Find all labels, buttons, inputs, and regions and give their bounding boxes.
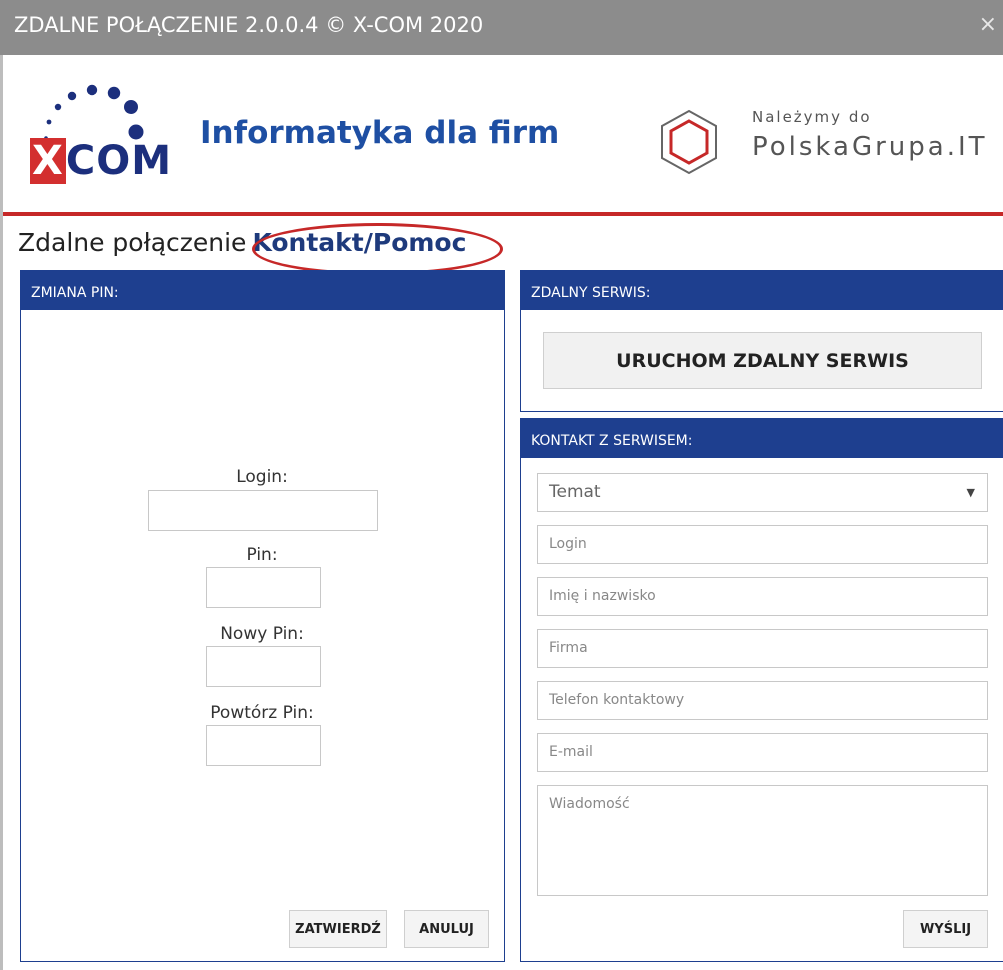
login-input[interactable] [148, 490, 378, 531]
new-pin-label: Nowy Pin: [220, 624, 304, 644]
panel-title: ZDALNY SERWIS: [521, 271, 1003, 310]
repeat-pin-label: Powtórz Pin: [210, 703, 314, 723]
phone-field[interactable]: Telefon kontaktowy [537, 681, 988, 720]
confirm-button[interactable]: ZATWIERDŹ [289, 910, 387, 948]
close-icon[interactable]: × [979, 12, 997, 37]
topic-selected-value: Temat [549, 482, 601, 502]
xcom-logo-text: XCOM [30, 138, 173, 184]
window-titlebar: ZDALNE POŁĄCZENIE 2.0.0.4 © X-COM 2020 × [0, 0, 1003, 55]
login-field[interactable]: Login [537, 525, 988, 564]
pin-input[interactable] [206, 567, 321, 608]
header-divider [3, 212, 1003, 216]
send-button[interactable]: WYŚLIJ [903, 910, 988, 948]
company-field[interactable]: Firma [537, 629, 988, 668]
topic-select[interactable]: Temat ▼ [537, 473, 988, 512]
new-pin-input[interactable] [206, 646, 321, 687]
company-tagline: Informatyka dla firm [200, 115, 560, 151]
name-field[interactable]: Imię i nazwisko [537, 577, 988, 616]
panel-title: ZMIANA PIN: [21, 271, 504, 310]
pin-label: Pin: [246, 545, 278, 565]
chevron-down-icon: ▼ [966, 486, 975, 499]
message-textarea[interactable]: Wiadomość [537, 785, 988, 896]
repeat-pin-input[interactable] [206, 725, 321, 766]
email-field[interactable]: E-mail [537, 733, 988, 772]
pin-change-panel: ZMIANA PIN: [20, 270, 505, 962]
nav-current[interactable]: Zdalne połączenie [18, 228, 246, 257]
start-remote-service-button[interactable]: URUCHOM ZDALNY SERWIS [543, 332, 982, 389]
window-title: ZDALNE POŁĄCZENIE 2.0.0.4 © X-COM 2020 [14, 13, 484, 37]
cancel-button[interactable]: ANULUJ [404, 910, 489, 948]
panel-title: KONTAKT Z SERWISEM: [521, 419, 1003, 458]
login-label: Login: [236, 467, 288, 487]
partner-name: PolskaGrupa.IT [752, 132, 988, 162]
partner-caption: Należymy do [752, 108, 872, 126]
highlight-oval [252, 223, 503, 275]
polska-grupa-hexagon-icon [661, 109, 717, 175]
